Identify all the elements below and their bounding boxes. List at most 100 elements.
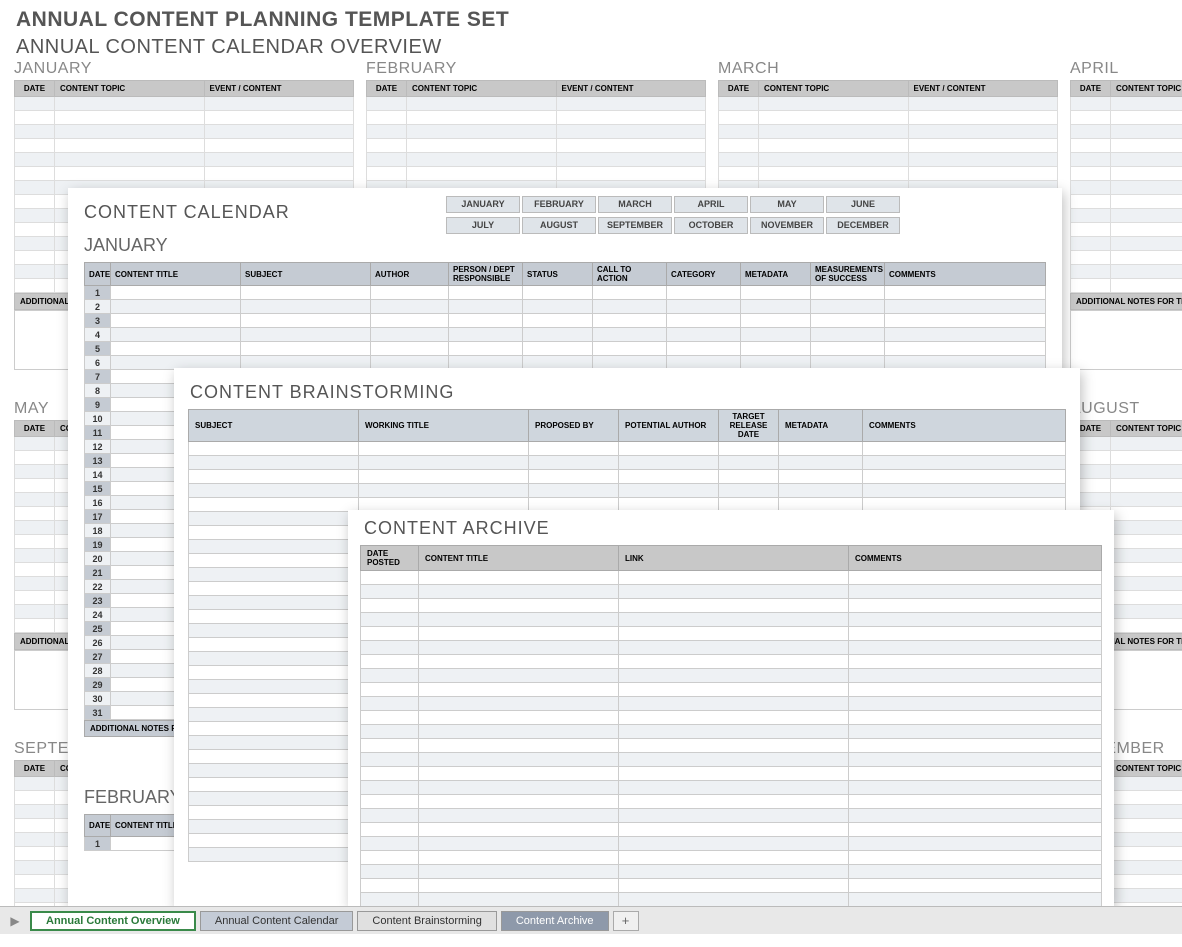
day-cell: 7 — [85, 370, 111, 384]
cal-col-date: DATE — [85, 815, 111, 837]
page-title: ANNUAL CONTENT PLANNING TEMPLATE SET — [0, 0, 1182, 34]
day-cell: 3 — [85, 314, 111, 328]
month-btn-sep[interactable]: SEPTEMBER — [598, 217, 672, 234]
day-cell: 12 — [85, 440, 111, 454]
archive-table: DATE POSTED CONTENT TITLE LINK COMMENTS — [360, 545, 1102, 906]
ar-col-comments: COMMENTS — [849, 546, 1102, 571]
brainstorm-title: CONTENT BRAINSTORMING — [174, 368, 1080, 409]
overview-table: DATECONTENT TOPICEVENT / CONTENT — [1070, 80, 1182, 293]
day-cell: 19 — [85, 538, 111, 552]
archive-title: CONTENT ARCHIVE — [348, 510, 1114, 545]
ar-col-title: CONTENT TITLE — [419, 546, 619, 571]
cal-col-responsible: PERSON / DEPT RESPONSIBLE — [449, 263, 523, 286]
month-april: APRIL — [1070, 60, 1182, 78]
cal-col-date: DATE — [85, 263, 111, 286]
notes-label: ADDITIONAL NOTES FOR THE — [1070, 293, 1182, 310]
day-cell: 14 — [85, 468, 111, 482]
month-btn-jan[interactable]: JANUARY — [446, 196, 520, 213]
col-topic: CONTENT TOPIC — [1111, 761, 1182, 777]
col-date: DATE — [15, 81, 55, 97]
col-topic: CONTENT TOPIC — [1111, 421, 1182, 437]
bs-col-potential-author: POTENTIAL AUTHOR — [619, 410, 719, 442]
tab-annual-content-overview[interactable]: Annual Content Overview — [30, 911, 196, 931]
month-btn-apr[interactable]: APRIL — [674, 196, 748, 213]
col-topic: CONTENT TOPIC — [1111, 81, 1182, 97]
ar-col-link: LINK — [619, 546, 849, 571]
day-cell: 5 — [85, 342, 111, 356]
day-cell: 18 — [85, 524, 111, 538]
bs-col-target-date: TARGET RELEASE DATE — [719, 410, 779, 442]
day-cell: 1 — [85, 837, 111, 851]
cal-col-success: MEASUREMENTS OF SUCCESS — [811, 263, 885, 286]
month-btn-may[interactable]: MAY — [750, 196, 824, 213]
day-cell: 8 — [85, 384, 111, 398]
day-cell: 30 — [85, 692, 111, 706]
day-cell: 28 — [85, 664, 111, 678]
month-august: AUGUST — [1070, 400, 1182, 418]
cal-col-category: CATEGORY — [667, 263, 741, 286]
cal-col-status: STATUS — [523, 263, 593, 286]
month-btn-dec[interactable]: DECEMBER — [826, 217, 900, 234]
month-btn-nov[interactable]: NOVEMBER — [750, 217, 824, 234]
month-btn-jul[interactable]: JULY — [446, 217, 520, 234]
month-btn-oct[interactable]: OCTOBER — [674, 217, 748, 234]
bs-col-metadata: METADATA — [779, 410, 863, 442]
tab-content-archive[interactable]: Content Archive — [501, 911, 609, 931]
day-cell: 27 — [85, 650, 111, 664]
day-cell: 24 — [85, 608, 111, 622]
day-cell: 11 — [85, 426, 111, 440]
cal-col-title: CONTENT TITLE — [111, 263, 241, 286]
bs-col-working-title: WORKING TITLE — [359, 410, 529, 442]
day-cell: 26 — [85, 636, 111, 650]
add-sheet-button[interactable]: + — [613, 911, 639, 931]
col-date: DATE — [15, 761, 55, 777]
day-cell: 16 — [85, 496, 111, 510]
tab-annual-content-calendar[interactable]: Annual Content Calendar — [200, 911, 354, 931]
day-cell: 15 — [85, 482, 111, 496]
day-cell: 6 — [85, 356, 111, 370]
day-cell: 1 — [85, 286, 111, 300]
tab-nav-right-icon[interactable]: ▶ — [4, 911, 26, 931]
day-cell: 2 — [85, 300, 111, 314]
col-topic: CONTENT TOPIC — [55, 81, 205, 97]
col-date: DATE — [719, 81, 759, 97]
ar-col-date: DATE POSTED — [361, 546, 419, 571]
day-cell: 13 — [85, 454, 111, 468]
day-cell: 10 — [85, 412, 111, 426]
col-event: EVENT / CONTENT — [908, 81, 1058, 97]
month-btn-mar[interactable]: MARCH — [598, 196, 672, 213]
col-event: EVENT / CONTENT — [204, 81, 354, 97]
cal-col-metadata: METADATA — [741, 263, 811, 286]
day-cell: 20 — [85, 552, 111, 566]
tab-content-brainstorming[interactable]: Content Brainstorming — [357, 911, 496, 931]
bs-col-subject: SUBJECT — [189, 410, 359, 442]
month-btn-aug[interactable]: AUGUST — [522, 217, 596, 234]
col-event: EVENT / CONTENT — [556, 81, 706, 97]
bs-col-proposed-by: PROPOSED BY — [529, 410, 619, 442]
month-buttons: JANUARY FEBRUARY MARCH APRIL MAY JUNE JU… — [446, 196, 900, 238]
col-date: DATE — [1071, 81, 1111, 97]
col-date: DATE — [367, 81, 407, 97]
day-cell: 29 — [85, 678, 111, 692]
month-march: MARCH — [718, 60, 1058, 78]
month-january: JANUARY — [14, 60, 354, 78]
bs-col-comments: COMMENTS — [863, 410, 1066, 442]
col-topic: CONTENT TOPIC — [759, 81, 909, 97]
sheet-tab-bar: ▶ Annual Content Overview Annual Content… — [0, 906, 1182, 934]
day-cell: 9 — [85, 398, 111, 412]
month-btn-feb[interactable]: FEBRUARY — [522, 196, 596, 213]
day-cell: 25 — [85, 622, 111, 636]
day-cell: 17 — [85, 510, 111, 524]
col-date: DATE — [15, 421, 55, 437]
day-cell: 22 — [85, 580, 111, 594]
col-topic: CONTENT TOPIC — [407, 81, 557, 97]
day-cell: 21 — [85, 566, 111, 580]
cal-col-author: AUTHOR — [371, 263, 449, 286]
cal-col-cta: CALL TO ACTION — [593, 263, 667, 286]
day-cell: 31 — [85, 706, 111, 720]
cal-col-subject: SUBJECT — [241, 263, 371, 286]
cal-col-comments: COMMENTS — [885, 263, 1046, 286]
day-cell: 23 — [85, 594, 111, 608]
month-btn-jun[interactable]: JUNE — [826, 196, 900, 213]
content-archive-panel: CONTENT ARCHIVE DATE POSTED CONTENT TITL… — [348, 510, 1114, 906]
